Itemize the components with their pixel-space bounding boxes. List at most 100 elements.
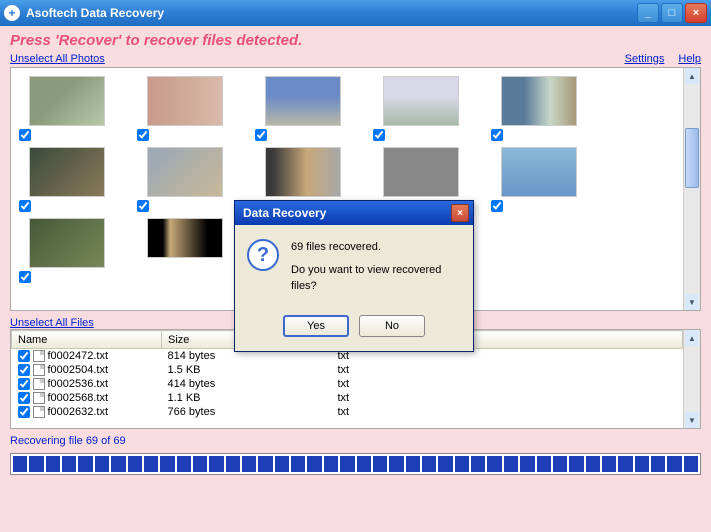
- progress-block: [504, 456, 518, 472]
- progress-block: [209, 456, 223, 472]
- photo-thumbnail[interactable]: [265, 147, 341, 197]
- progress-block: [193, 456, 207, 472]
- file-size: 414 bytes: [162, 377, 332, 391]
- photo-thumbnail[interactable]: [147, 147, 223, 197]
- dialog-body: ? 69 files recovered. Do you want to vie…: [235, 225, 473, 309]
- photo-item[interactable]: [137, 76, 227, 141]
- dialog-title: Data Recovery: [239, 206, 451, 220]
- photo-thumbnail[interactable]: [147, 218, 223, 258]
- progress-block: [471, 456, 485, 472]
- table-row[interactable]: f0002632.txt766 bytestxt: [12, 405, 683, 419]
- photo-checkbox[interactable]: [491, 200, 503, 212]
- unselect-all-files-link[interactable]: Unselect All Files: [10, 317, 94, 329]
- progress-block: [520, 456, 534, 472]
- file-scrollbar[interactable]: ▲ ▼: [683, 330, 700, 428]
- photo-thumbnail[interactable]: [501, 76, 577, 126]
- maximize-button[interactable]: □: [661, 3, 683, 23]
- app-title: Asoftech Data Recovery: [26, 6, 637, 20]
- file-ext: txt: [332, 391, 472, 405]
- col-blank[interactable]: [472, 331, 683, 349]
- progress-block: [635, 456, 649, 472]
- progress-block: [78, 456, 92, 472]
- file-icon: [33, 364, 45, 376]
- file-checkbox[interactable]: [18, 350, 30, 362]
- photo-item[interactable]: [373, 76, 463, 141]
- file-icon: [33, 406, 45, 418]
- file-name: f0002568.txt: [48, 392, 109, 404]
- photo-item[interactable]: [19, 147, 109, 212]
- photo-thumbnail[interactable]: [29, 147, 105, 197]
- file-checkbox[interactable]: [18, 406, 30, 418]
- file-name: f0002504.txt: [48, 364, 109, 376]
- photo-checkbox[interactable]: [491, 129, 503, 141]
- dialog-message-1: 69 files recovered.: [291, 239, 461, 256]
- photo-thumbnail[interactable]: [29, 76, 105, 126]
- file-size: 1.1 KB: [162, 391, 332, 405]
- photo-thumbnail[interactable]: [501, 147, 577, 197]
- progress-block: [602, 456, 616, 472]
- photo-thumbnail[interactable]: [383, 147, 459, 197]
- progress-block: [618, 456, 632, 472]
- table-row[interactable]: f0002504.txt 1.5 KBtxt: [12, 363, 683, 377]
- photo-checkbox[interactable]: [19, 271, 31, 283]
- help-link[interactable]: Help: [678, 53, 701, 65]
- close-button[interactable]: ×: [685, 3, 707, 23]
- photo-checkbox[interactable]: [137, 200, 149, 212]
- photo-item[interactable]: [137, 218, 227, 283]
- progress-block: [651, 456, 665, 472]
- dialog-close-button[interactable]: ×: [451, 204, 469, 222]
- photo-item[interactable]: [137, 147, 227, 212]
- scroll-thumb[interactable]: [685, 128, 699, 188]
- col-name[interactable]: Name: [12, 331, 162, 349]
- settings-link[interactable]: Settings: [625, 53, 665, 65]
- minimize-button[interactable]: _: [637, 3, 659, 23]
- progress-block: [569, 456, 583, 472]
- photo-scrollbar[interactable]: ▲ ▼: [683, 68, 700, 310]
- yes-button[interactable]: Yes: [283, 315, 349, 337]
- file-icon: [33, 392, 45, 404]
- scroll-up-icon[interactable]: ▲: [685, 68, 699, 84]
- file-checkbox[interactable]: [18, 378, 30, 390]
- photo-thumbnail[interactable]: [383, 76, 459, 126]
- dialog-text: 69 files recovered. Do you want to view …: [291, 239, 461, 301]
- progress-block: [455, 456, 469, 472]
- progress-block: [62, 456, 76, 472]
- progress-block: [324, 456, 338, 472]
- file-checkbox[interactable]: [18, 364, 30, 376]
- question-icon: ?: [247, 239, 279, 271]
- unselect-all-photos-link[interactable]: Unselect All Photos: [10, 53, 105, 65]
- app-icon: +: [4, 5, 20, 21]
- file-ext: txt: [332, 363, 472, 377]
- photo-item[interactable]: [491, 76, 581, 141]
- photo-item[interactable]: [19, 218, 109, 283]
- scroll-up-icon[interactable]: ▲: [685, 330, 699, 346]
- progress-block: [13, 456, 27, 472]
- photo-item[interactable]: [19, 76, 109, 141]
- photo-checkbox[interactable]: [373, 129, 385, 141]
- photo-thumbnail[interactable]: [29, 218, 105, 268]
- table-row[interactable]: f0002536.txt414 bytestxt: [12, 377, 683, 391]
- no-button[interactable]: No: [359, 315, 425, 337]
- photo-checkbox[interactable]: [255, 129, 267, 141]
- status-text: Recovering file 69 of 69: [10, 435, 701, 447]
- scroll-down-icon[interactable]: ▼: [685, 412, 699, 428]
- photo-thumbnail[interactable]: [147, 76, 223, 126]
- photo-thumbnail[interactable]: [265, 76, 341, 126]
- file-icon: [33, 350, 45, 362]
- progress-block: [177, 456, 191, 472]
- file-size: 1.5 KB: [162, 363, 332, 377]
- photo-item[interactable]: [255, 76, 345, 141]
- photo-checkbox[interactable]: [19, 129, 31, 141]
- progress-block: [226, 456, 240, 472]
- table-row[interactable]: f0002568.txt 1.1 KBtxt: [12, 391, 683, 405]
- progress-block: [537, 456, 551, 472]
- file-checkbox[interactable]: [18, 392, 30, 404]
- scroll-down-icon[interactable]: ▼: [685, 294, 699, 310]
- photo-checkbox[interactable]: [137, 129, 149, 141]
- photo-checkbox[interactable]: [19, 200, 31, 212]
- dialog-titlebar: Data Recovery ×: [235, 201, 473, 225]
- file-icon: [33, 378, 45, 390]
- photo-item[interactable]: [491, 147, 581, 212]
- file-ext: txt: [332, 405, 472, 419]
- recovery-dialog: Data Recovery × ? 69 files recovered. Do…: [234, 200, 474, 352]
